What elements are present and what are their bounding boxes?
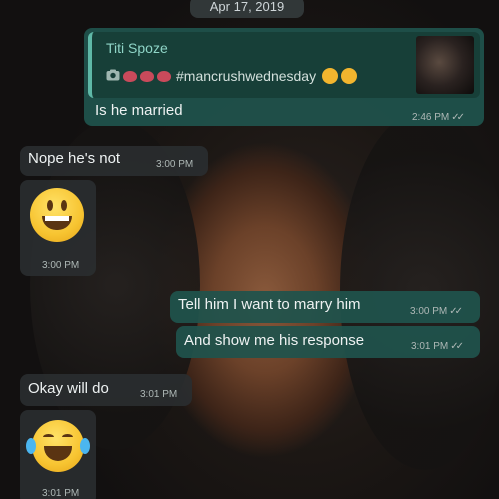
camera-icon [106,68,120,84]
message-time: 3:00 PM ✓✓ [410,306,463,317]
double-check-icon: ✓✓ [450,341,464,352]
message-time-text: 3:01 PM [411,341,449,352]
quote-author: Titi Spoze [106,40,168,56]
message-text: Is he married [95,102,183,119]
message-text: And show me his response [184,332,365,349]
double-check-icon: ✓✓ [449,306,463,317]
message-time: 3:01 PM [42,488,80,499]
message-time: 2:46 PM ✓✓ [412,112,465,123]
reply-quote[interactable]: Titi Spoze #mancrushwednesday [88,32,480,98]
emoji-lips-icon [140,70,154,82]
message-text: Okay will do [28,380,109,397]
message-time: 3:01 PM ✓✓ [411,341,464,352]
emoji-heart-eyes-icon [341,68,358,84]
quote-text: #mancrushwednesday [176,68,317,84]
message-time-text: 3:00 PM [410,306,448,317]
message-time: 3:00 PM [156,159,194,170]
tears-of-joy-emoji-icon [26,420,90,472]
message-time: 3:00 PM [42,260,80,271]
emoji-heart-eyes-icon [322,68,339,84]
message-time: 3:01 PM [140,389,178,400]
wallpaper-hair-right [340,110,499,470]
message-text: Tell him I want to marry him [178,296,361,313]
date-chip: Apr 17, 2019 [190,0,304,18]
quote-text-row: #mancrushwednesday [106,68,358,84]
message-text: Nope he's not [28,150,121,167]
smiley-emoji-icon [30,188,84,242]
double-check-icon: ✓✓ [451,112,465,123]
emoji-lips-icon [123,70,137,82]
message-time-text: 2:46 PM [412,112,450,123]
emoji-lips-icon [157,70,171,82]
quote-thumbnail [416,36,474,94]
